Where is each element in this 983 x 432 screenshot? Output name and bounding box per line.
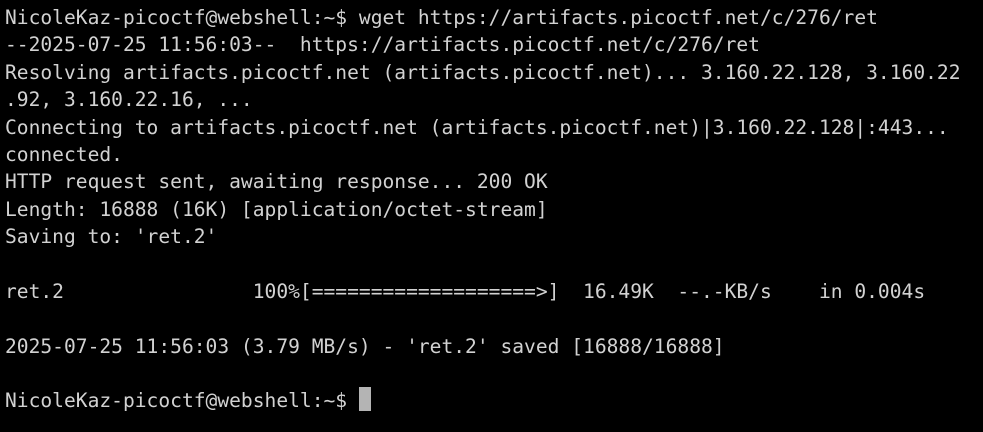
- terminal-line-http-request: HTTP request sent, awaiting response... …: [5, 170, 548, 194]
- terminal-line-resolving: Resolving artifacts.picoctf.net (artifac…: [5, 60, 961, 84]
- terminal-line-saving-to: Saving to: 'ret.2': [5, 225, 218, 249]
- terminal-prompt-line[interactable]: NicoleKaz-picoctf@webshell:~$: [5, 387, 983, 414]
- terminal-cursor: [358, 387, 371, 412]
- terminal-line-connected: connected.: [5, 142, 123, 166]
- terminal-line-connecting: Connecting to artifacts.picoctf.net (art…: [5, 115, 949, 139]
- terminal-line-resolving-cont: .92, 3.160.22.16, ...: [5, 88, 253, 112]
- terminal-line-timestamp-url: --2025-07-25 11:56:03-- https://artifact…: [5, 33, 760, 57]
- terminal-line-length: Length: 16888 (16K) [application/octet-s…: [5, 197, 548, 221]
- terminal-prompt: NicoleKaz-picoctf@webshell:~$: [5, 389, 359, 413]
- terminal-window[interactable]: NicoleKaz-picoctf@webshell:~$ wget https…: [0, 0, 983, 432]
- terminal-line-saved: 2025-07-25 11:56:03 (3.79 MB/s) - 'ret.2…: [5, 334, 725, 358]
- terminal-line-progress: ret.2 100%[===================>] 16.49K …: [5, 279, 926, 303]
- terminal-line-command: NicoleKaz-picoctf@webshell:~$ wget https…: [5, 6, 878, 29]
